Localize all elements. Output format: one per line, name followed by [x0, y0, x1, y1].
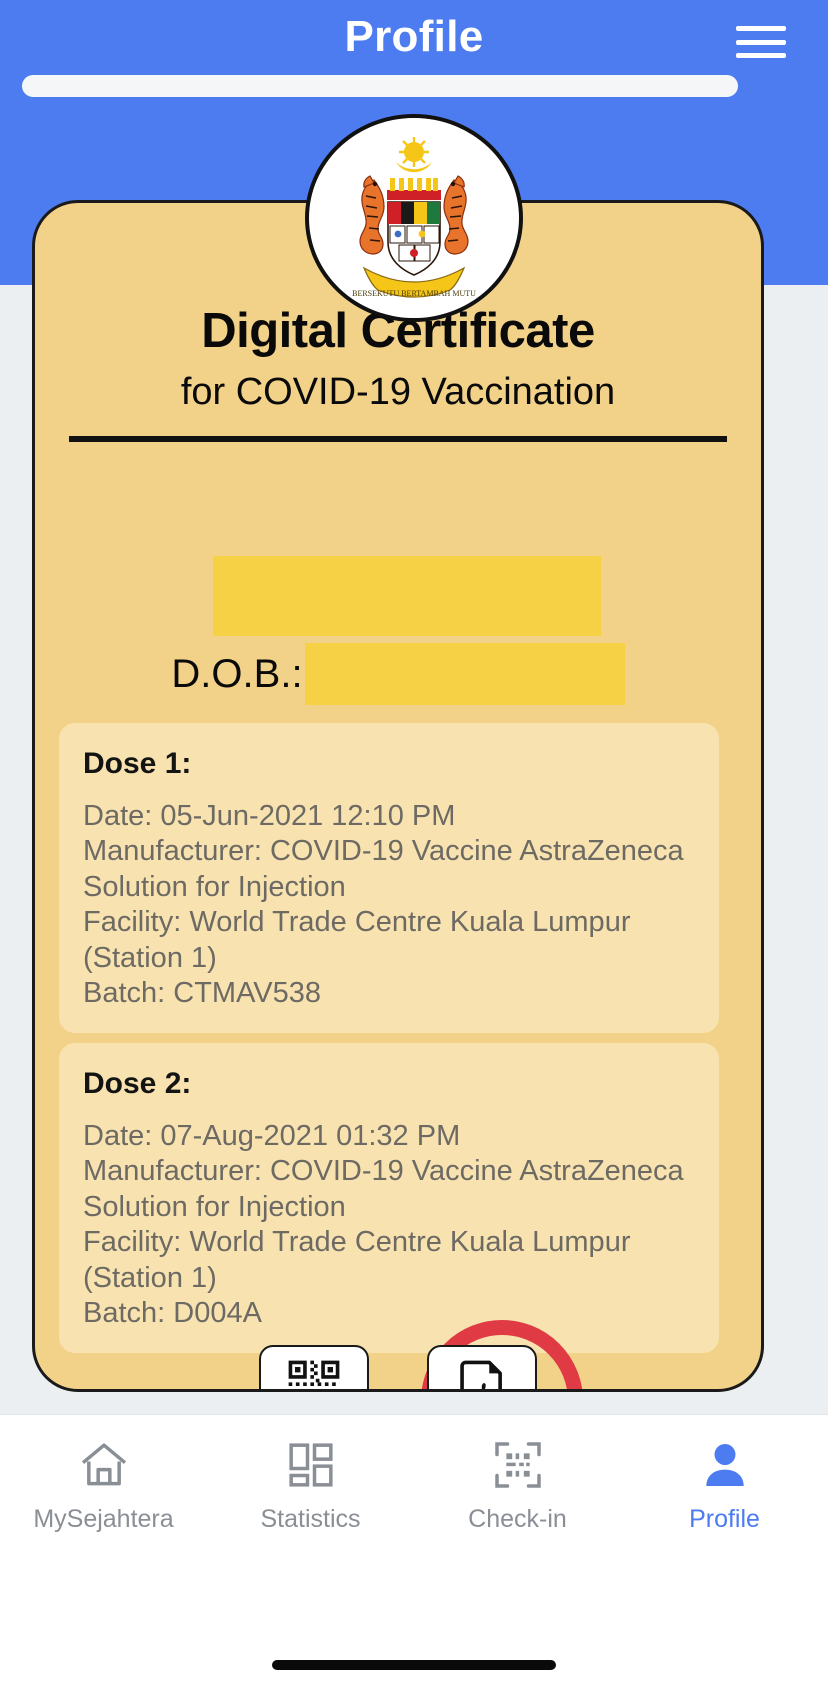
loading-progress-bar: [22, 75, 738, 97]
bottom-tab-bar: MySejahtera Statistics Check-in Profile: [0, 1414, 828, 1696]
show-qr-button[interactable]: Show QR: [259, 1345, 369, 1389]
tab-profile[interactable]: Profile: [621, 1437, 828, 1534]
page-title: Profile: [344, 12, 484, 61]
qr-scan-icon: [494, 1442, 541, 1488]
tab-label: MySejahtera: [33, 1505, 174, 1533]
redacted-name-block: [213, 556, 601, 636]
generate-pdf-button[interactable]: Generate: [427, 1345, 537, 1389]
dose-date: Date: 05-Jun-2021 12:10 PM: [83, 800, 456, 832]
tab-label: Statistics: [260, 1505, 361, 1533]
home-icon: [81, 1443, 126, 1486]
dose-manufacturer: Manufacturer: COVID-19 Vaccine AstraZene…: [83, 835, 684, 903]
tab-label: Profile: [689, 1505, 760, 1533]
certificate-subtitle: for COVID-19 Vaccination: [180, 371, 616, 413]
dose-batch: Batch: CTMAV538: [83, 976, 322, 1009]
dose-heading: Dose 2:: [83, 1067, 192, 1100]
svg-text:BERSEKUTU BERTAMBAH MUTU: BERSEKUTU BERTAMBAH MUTU: [352, 289, 476, 298]
home-indicator: [272, 1660, 556, 1670]
hamburger-bar: [736, 39, 786, 45]
tab-statistics[interactable]: Statistics: [207, 1437, 414, 1534]
hamburger-bar: [736, 26, 786, 31]
certificate-divider: [69, 436, 727, 442]
redacted-dob-block: [304, 643, 625, 705]
qr-code-icon: [288, 1360, 340, 1386]
hamburger-bar: [736, 53, 786, 58]
hamburger-menu-icon[interactable]: [736, 22, 786, 62]
dashboard-grid-icon: [288, 1443, 333, 1487]
dose-date: Date: 07-Aug-2021 01:32 PM: [83, 1120, 461, 1152]
digital-certificate-card: Digital Certificate for COVID-19 Vaccina…: [32, 200, 764, 1392]
pdf-file-icon: [460, 1360, 502, 1389]
malaysia-coat-of-arms-icon: BERSEKUTU BERTAMBAH MUTU: [305, 114, 523, 322]
dose-card: Dose 2: Date: 07-Aug-2021 01:32 PM Manuf…: [59, 1043, 719, 1354]
tab-mysejahtera[interactable]: MySejahtera: [0, 1437, 207, 1534]
dose-card: Dose 1: Date: 05-Jun-2021 12:10 PM Manuf…: [59, 723, 719, 1034]
dose-manufacturer: Manufacturer: COVID-19 Vaccine AstraZene…: [83, 1155, 684, 1223]
dob-row: D.O.B.:: [35, 643, 761, 705]
dose-batch: Batch: D004A: [83, 1296, 262, 1329]
tab-label: Check-in: [468, 1505, 567, 1533]
dob-label: D.O.B.:: [171, 651, 303, 696]
dose-facility: Facility: World Trade Centre Kuala Lumpu…: [83, 1226, 631, 1294]
dose-facility: Facility: World Trade Centre Kuala Lumpu…: [83, 906, 631, 974]
app-root: Profile BERSEKUTU BERTAMBAH MUTU Digital…: [0, 0, 828, 1696]
certificate-actions: Show QR Generate: [35, 1345, 761, 1389]
dose-heading: Dose 1:: [83, 747, 192, 780]
tab-check-in[interactable]: Check-in: [414, 1437, 621, 1534]
person-icon: [705, 1444, 744, 1486]
